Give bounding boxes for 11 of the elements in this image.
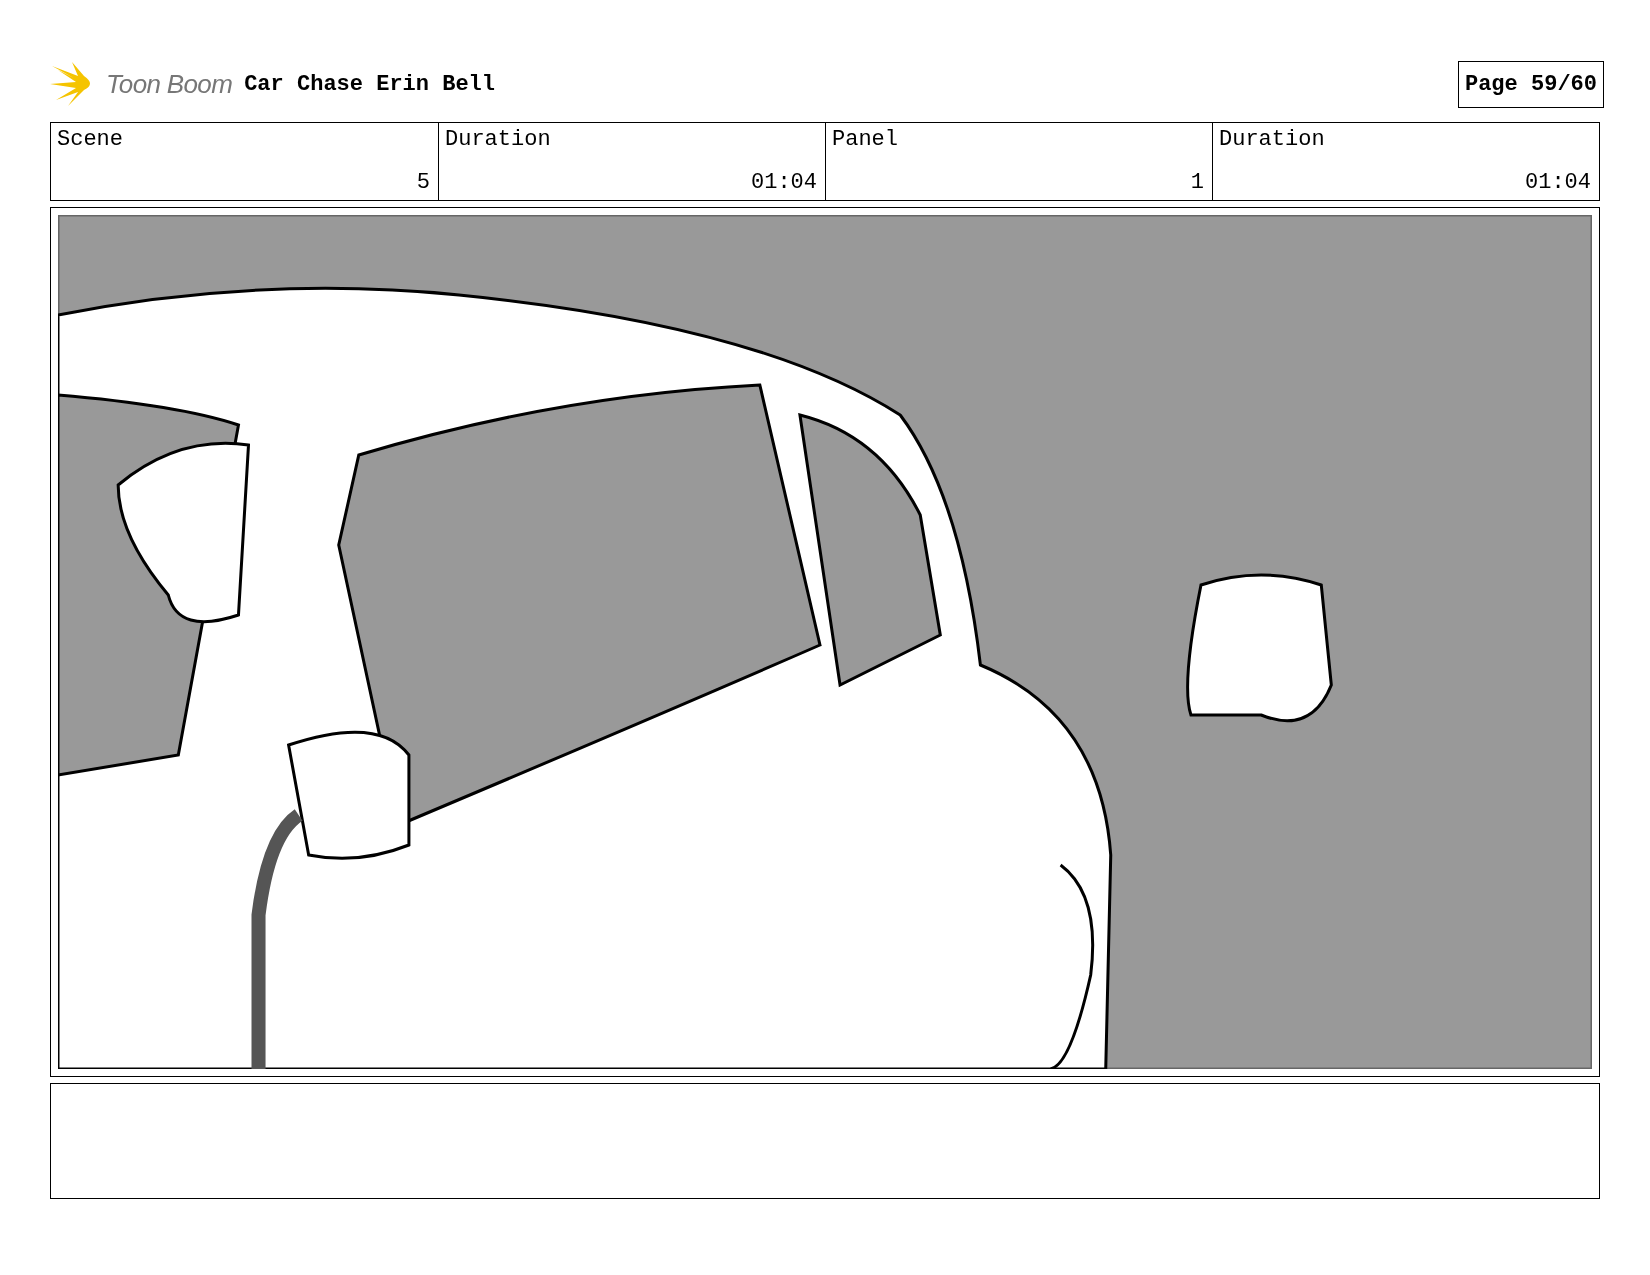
field-label: Scene [57,129,123,151]
document-title: Car Chase Erin Bell [244,70,495,99]
field-value: 01:04 [750,172,818,194]
field-label: Duration [445,129,551,151]
logo-text: Toon Boom [106,67,233,101]
field-label: Duration [1219,129,1325,151]
page-number: Page 59/60 [1457,60,1604,108]
field-value: 5 [415,172,431,194]
field-value: 1 [1189,172,1205,194]
field-value: 01:04 [1524,172,1592,194]
field-label: Panel [832,129,898,151]
